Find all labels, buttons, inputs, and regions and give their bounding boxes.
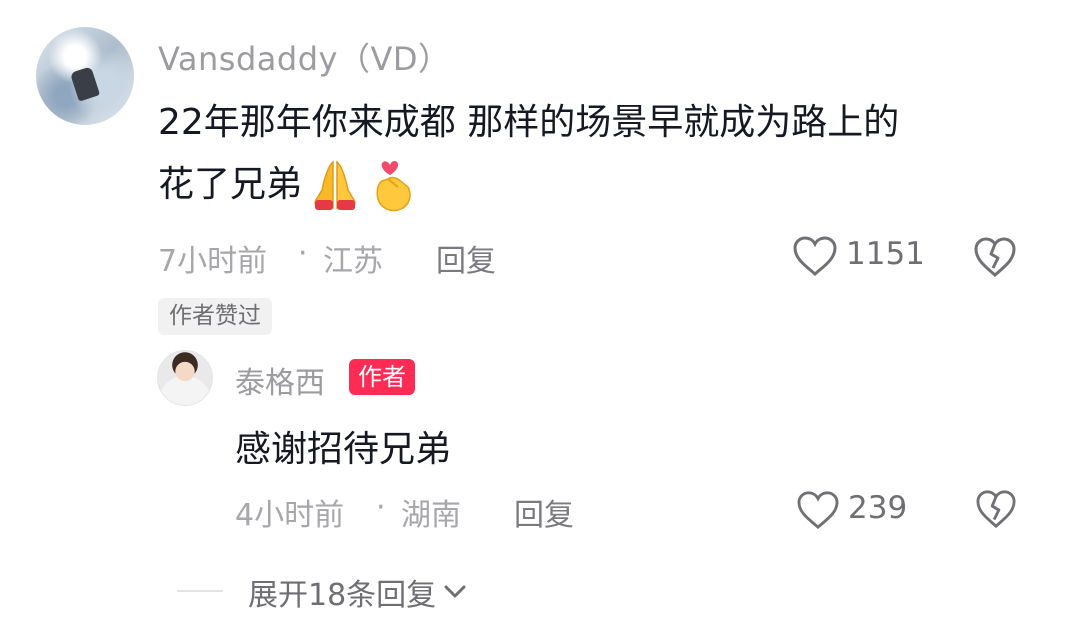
reply-like-button[interactable]	[796, 490, 840, 530]
comment-text: 22年那年你来成都 那样的场景早就成为路上的 花了兄弟	[158, 92, 1038, 216]
reply-reply-button[interactable]: 回复	[514, 490, 574, 534]
reply-time: 4小时前	[235, 498, 345, 533]
folded-hands-emoji-icon	[306, 156, 364, 214]
like-button[interactable]	[792, 235, 838, 277]
broken-heart-icon	[974, 237, 1016, 278]
reply-dislike-button[interactable]	[975, 489, 1017, 529]
expand-replies-button[interactable]: 展开18条回复	[248, 570, 468, 614]
expand-divider	[177, 590, 223, 592]
commenter-avatar[interactable]	[36, 27, 134, 125]
comment-time: 7小时前	[158, 244, 268, 279]
heart-outline-icon	[793, 236, 837, 277]
expand-replies-label: 展开18条回复	[248, 578, 437, 613]
chevron-down-icon	[444, 585, 466, 598]
meta-separator: ·	[376, 490, 386, 525]
author-liked-badge: 作者赞过	[158, 298, 272, 335]
finger-heart-emoji-icon	[368, 155, 420, 215]
heart-outline-icon	[797, 491, 839, 530]
author-username[interactable]: 泰格西	[235, 358, 325, 402]
reply-location: 湖南	[401, 498, 461, 533]
reply-like-count: 239	[848, 490, 908, 526]
comment-reply-button[interactable]: 回复	[436, 236, 496, 280]
commenter-username[interactable]: Vansdaddy（VD）	[158, 34, 451, 80]
like-count: 1151	[846, 236, 925, 272]
author-avatar[interactable]	[157, 350, 213, 406]
comment-text-line1: 22年那年你来成都 那样的场景早就成为路上的	[158, 102, 900, 143]
dislike-button[interactable]	[973, 236, 1017, 278]
reply-text: 感谢招待兄弟	[235, 429, 452, 470]
comment-location: 江苏	[323, 244, 383, 279]
broken-heart-icon	[976, 490, 1016, 529]
meta-separator: ·	[298, 236, 308, 271]
comment-text-line2: 花了兄弟	[158, 164, 303, 205]
author-tag-badge: 作者	[349, 359, 415, 395]
